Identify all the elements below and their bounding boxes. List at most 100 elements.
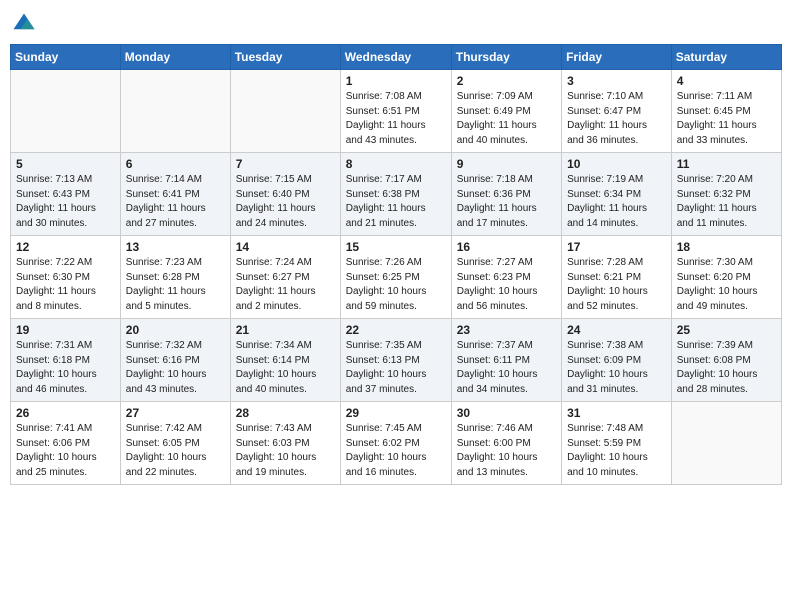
day-num-3: 3 bbox=[567, 74, 666, 88]
cell-w2-d6: 18 Sunrise: 7:30 AM Sunset: 6:20 PM Dayli… bbox=[671, 236, 781, 319]
day-num-24: 24 bbox=[567, 323, 666, 337]
cell-w4-d2: 28Sunrise: 7:43 AM Sunset: 6:03 PM Dayli… bbox=[230, 402, 340, 485]
week-row-0: 1 Sunrise: 7:08 AM Sunset: 6:51 PM Daylig… bbox=[11, 70, 782, 153]
day-num-16: 16 bbox=[457, 240, 556, 254]
day-num-31: 31 bbox=[567, 406, 666, 420]
cell-w2-d1: 13 Sunrise: 7:23 AM Sunset: 6:28 PM Dayli… bbox=[120, 236, 230, 319]
day-num-13: 13 bbox=[126, 240, 225, 254]
cell-w4-d0: 26Sunrise: 7:41 AM Sunset: 6:06 PM Dayli… bbox=[11, 402, 121, 485]
cell-w0-d6: 4 Sunrise: 7:11 AM Sunset: 6:45 PM Daylig… bbox=[671, 70, 781, 153]
day-info-22: Sunrise: 7:35 AM Sunset: 6:13 PM Dayligh… bbox=[346, 339, 446, 397]
cell-w3-d6: 25 Sunrise: 7:39 AM Sunset: 6:08 PM Dayli… bbox=[671, 319, 781, 402]
day-num-22: 22 bbox=[346, 323, 446, 337]
cell-w0-d2 bbox=[230, 70, 340, 153]
logo-icon bbox=[10, 10, 38, 38]
week-row-4: 26Sunrise: 7:41 AM Sunset: 6:06 PM Dayli… bbox=[11, 402, 782, 485]
col-wednesday: Wednesday bbox=[340, 45, 451, 70]
day-info-10: Sunrise: 7:19 AM Sunset: 6:34 PM Dayligh… bbox=[567, 173, 666, 231]
day-info-13: Sunrise: 7:23 AM Sunset: 6:28 PM Dayligh… bbox=[126, 256, 225, 314]
day-info-11: Sunrise: 7:20 AM Sunset: 6:32 PM Dayligh… bbox=[677, 173, 776, 231]
day-info-20: Sunrise: 7:32 AM Sunset: 6:16 PM Dayligh… bbox=[126, 339, 225, 397]
day-num-20: 20 bbox=[126, 323, 225, 337]
week-row-1: 5Sunrise: 7:13 AM Sunset: 6:43 PM Daylig… bbox=[11, 153, 782, 236]
day-info-21: Sunrise: 7:34 AM Sunset: 6:14 PM Dayligh… bbox=[236, 339, 335, 397]
cell-w2-d5: 17Sunrise: 7:28 AM Sunset: 6:21 PM Dayli… bbox=[562, 236, 672, 319]
header bbox=[10, 10, 782, 38]
day-num-12: 12 bbox=[16, 240, 115, 254]
cell-w1-d2: 7 Sunrise: 7:15 AM Sunset: 6:40 PM Daylig… bbox=[230, 153, 340, 236]
day-info-2: Sunrise: 7:09 AM Sunset: 6:49 PM Dayligh… bbox=[457, 90, 556, 148]
day-num-25: 25 bbox=[677, 323, 776, 337]
day-info-26: Sunrise: 7:41 AM Sunset: 6:06 PM Dayligh… bbox=[16, 422, 115, 480]
day-info-17: Sunrise: 7:28 AM Sunset: 6:21 PM Dayligh… bbox=[567, 256, 666, 314]
day-info-28: Sunrise: 7:43 AM Sunset: 6:03 PM Dayligh… bbox=[236, 422, 335, 480]
cell-w1-d1: 6Sunrise: 7:14 AM Sunset: 6:41 PM Daylig… bbox=[120, 153, 230, 236]
day-info-19: Sunrise: 7:31 AM Sunset: 6:18 PM Dayligh… bbox=[16, 339, 115, 397]
day-info-6: Sunrise: 7:14 AM Sunset: 6:41 PM Dayligh… bbox=[126, 173, 225, 231]
day-info-18: Sunrise: 7:30 AM Sunset: 6:20 PM Dayligh… bbox=[677, 256, 776, 314]
day-num-15: 15 bbox=[346, 240, 446, 254]
cell-w2-d3: 15 Sunrise: 7:26 AM Sunset: 6:25 PM Dayli… bbox=[340, 236, 451, 319]
day-info-29: Sunrise: 7:45 AM Sunset: 6:02 PM Dayligh… bbox=[346, 422, 446, 480]
cell-w2-d2: 14 Sunrise: 7:24 AM Sunset: 6:27 PM Dayli… bbox=[230, 236, 340, 319]
day-num-30: 30 bbox=[457, 406, 556, 420]
day-info-27: Sunrise: 7:42 AM Sunset: 6:05 PM Dayligh… bbox=[126, 422, 225, 480]
day-num-5: 5 bbox=[16, 157, 115, 171]
day-num-9: 9 bbox=[457, 157, 556, 171]
cell-w0-d4: 2 Sunrise: 7:09 AM Sunset: 6:49 PM Daylig… bbox=[451, 70, 561, 153]
col-thursday: Thursday bbox=[451, 45, 561, 70]
day-info-24: Sunrise: 7:38 AM Sunset: 6:09 PM Dayligh… bbox=[567, 339, 666, 397]
day-num-18: 18 bbox=[677, 240, 776, 254]
week-row-3: 19 Sunrise: 7:31 AM Sunset: 6:18 PM Dayli… bbox=[11, 319, 782, 402]
col-tuesday: Tuesday bbox=[230, 45, 340, 70]
cell-w0-d5: 3Sunrise: 7:10 AM Sunset: 6:47 PM Daylig… bbox=[562, 70, 672, 153]
cell-w3-d0: 19 Sunrise: 7:31 AM Sunset: 6:18 PM Dayli… bbox=[11, 319, 121, 402]
cell-w4-d1: 27Sunrise: 7:42 AM Sunset: 6:05 PM Dayli… bbox=[120, 402, 230, 485]
cell-w4-d3: 29 Sunrise: 7:45 AM Sunset: 6:02 PM Dayli… bbox=[340, 402, 451, 485]
cell-w2-d4: 16 Sunrise: 7:27 AM Sunset: 6:23 PM Dayli… bbox=[451, 236, 561, 319]
day-info-15: Sunrise: 7:26 AM Sunset: 6:25 PM Dayligh… bbox=[346, 256, 446, 314]
col-monday: Monday bbox=[120, 45, 230, 70]
day-info-7: Sunrise: 7:15 AM Sunset: 6:40 PM Dayligh… bbox=[236, 173, 335, 231]
cell-w1-d6: 11 Sunrise: 7:20 AM Sunset: 6:32 PM Dayli… bbox=[671, 153, 781, 236]
day-info-25: Sunrise: 7:39 AM Sunset: 6:08 PM Dayligh… bbox=[677, 339, 776, 397]
week-row-2: 12 Sunrise: 7:22 AM Sunset: 6:30 PM Dayli… bbox=[11, 236, 782, 319]
cell-w0-d3: 1 Sunrise: 7:08 AM Sunset: 6:51 PM Daylig… bbox=[340, 70, 451, 153]
day-num-4: 4 bbox=[677, 74, 776, 88]
day-info-4: Sunrise: 7:11 AM Sunset: 6:45 PM Dayligh… bbox=[677, 90, 776, 148]
cell-w2-d0: 12 Sunrise: 7:22 AM Sunset: 6:30 PM Dayli… bbox=[11, 236, 121, 319]
calendar-body: 1 Sunrise: 7:08 AM Sunset: 6:51 PM Daylig… bbox=[11, 70, 782, 485]
cell-w3-d2: 21Sunrise: 7:34 AM Sunset: 6:14 PM Dayli… bbox=[230, 319, 340, 402]
day-num-10: 10 bbox=[567, 157, 666, 171]
cell-w0-d1 bbox=[120, 70, 230, 153]
day-num-11: 11 bbox=[677, 157, 776, 171]
cell-w3-d5: 24 Sunrise: 7:38 AM Sunset: 6:09 PM Dayli… bbox=[562, 319, 672, 402]
cell-w3-d4: 23 Sunrise: 7:37 AM Sunset: 6:11 PM Dayli… bbox=[451, 319, 561, 402]
day-info-14: Sunrise: 7:24 AM Sunset: 6:27 PM Dayligh… bbox=[236, 256, 335, 314]
cell-w4-d6 bbox=[671, 402, 781, 485]
day-num-7: 7 bbox=[236, 157, 335, 171]
day-num-2: 2 bbox=[457, 74, 556, 88]
col-sunday: Sunday bbox=[11, 45, 121, 70]
day-num-29: 29 bbox=[346, 406, 446, 420]
col-friday: Friday bbox=[562, 45, 672, 70]
day-num-8: 8 bbox=[346, 157, 446, 171]
day-info-30: Sunrise: 7:46 AM Sunset: 6:00 PM Dayligh… bbox=[457, 422, 556, 480]
day-info-1: Sunrise: 7:08 AM Sunset: 6:51 PM Dayligh… bbox=[346, 90, 446, 148]
day-info-16: Sunrise: 7:27 AM Sunset: 6:23 PM Dayligh… bbox=[457, 256, 556, 314]
calendar-table: Sunday Monday Tuesday Wednesday Thursday… bbox=[10, 44, 782, 485]
day-info-23: Sunrise: 7:37 AM Sunset: 6:11 PM Dayligh… bbox=[457, 339, 556, 397]
day-num-19: 19 bbox=[16, 323, 115, 337]
cell-w0-d0 bbox=[11, 70, 121, 153]
cell-w3-d1: 20 Sunrise: 7:32 AM Sunset: 6:16 PM Dayli… bbox=[120, 319, 230, 402]
cell-w4-d5: 31 Sunrise: 7:48 AM Sunset: 5:59 PM Dayli… bbox=[562, 402, 672, 485]
day-info-12: Sunrise: 7:22 AM Sunset: 6:30 PM Dayligh… bbox=[16, 256, 115, 314]
day-num-23: 23 bbox=[457, 323, 556, 337]
cell-w1-d0: 5Sunrise: 7:13 AM Sunset: 6:43 PM Daylig… bbox=[11, 153, 121, 236]
day-num-1: 1 bbox=[346, 74, 446, 88]
day-info-8: Sunrise: 7:17 AM Sunset: 6:38 PM Dayligh… bbox=[346, 173, 446, 231]
day-num-14: 14 bbox=[236, 240, 335, 254]
day-info-31: Sunrise: 7:48 AM Sunset: 5:59 PM Dayligh… bbox=[567, 422, 666, 480]
cell-w1-d4: 9Sunrise: 7:18 AM Sunset: 6:36 PM Daylig… bbox=[451, 153, 561, 236]
cell-w1-d5: 10 Sunrise: 7:19 AM Sunset: 6:34 PM Dayli… bbox=[562, 153, 672, 236]
